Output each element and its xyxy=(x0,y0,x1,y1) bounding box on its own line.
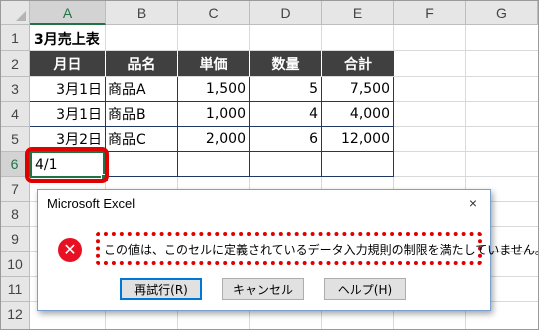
row-header-12[interactable]: 12 xyxy=(1,302,30,329)
dialog-title: Microsoft Excel xyxy=(47,196,136,211)
table-cell[interactable]: 7,500 xyxy=(322,77,394,102)
table-cell[interactable]: 1,000 xyxy=(178,102,250,127)
table-cell[interactable] xyxy=(322,152,394,177)
select-all-triangle-icon xyxy=(16,11,26,21)
table-cell[interactable] xyxy=(178,152,250,177)
row-header-9[interactable]: 9 xyxy=(1,227,30,252)
column-header-a[interactable]: A xyxy=(30,1,106,25)
table-cell[interactable]: 1,500 xyxy=(178,77,250,102)
sheet-title-cell[interactable]: 3月売上表 xyxy=(31,26,231,52)
dialog-message: この値は、このセルに定義されているデータ入力規則の制限を満たしていません。 xyxy=(104,243,539,257)
table-header-date[interactable]: 月日 xyxy=(30,51,106,76)
row-header-1[interactable]: 1 xyxy=(1,25,30,51)
table-header-product[interactable]: 品名 xyxy=(106,51,178,76)
help-button[interactable]: ヘルプ(H) xyxy=(324,278,406,300)
table-cell[interactable]: 商品C xyxy=(106,127,178,152)
excel-window: A B C D E F G 1 2 3 4 5 6 7 8 9 10 11 12… xyxy=(0,0,539,330)
column-header-e[interactable]: E xyxy=(322,1,394,25)
active-cell-highlight xyxy=(25,147,109,183)
table-cell[interactable]: 4 xyxy=(250,102,322,127)
column-header-f[interactable]: F xyxy=(394,1,466,25)
close-icon[interactable]: × xyxy=(460,192,486,214)
table-cell[interactable]: 6 xyxy=(250,127,322,152)
retry-button[interactable]: 再試行(R) xyxy=(120,278,202,300)
row-header-3[interactable]: 3 xyxy=(1,77,30,102)
column-header-d[interactable]: D xyxy=(250,1,322,25)
table-cell[interactable] xyxy=(250,152,322,177)
table-header-price[interactable]: 単価 xyxy=(178,51,250,76)
column-header-g[interactable]: G xyxy=(466,1,538,25)
row-header-8[interactable]: 8 xyxy=(1,202,30,227)
error-icon: ✕ xyxy=(58,238,82,262)
row-header-2[interactable]: 2 xyxy=(1,51,30,77)
error-dialog: Microsoft Excel × ✕ この値は、このセルに定義されているデータ… xyxy=(37,189,538,311)
table-cell[interactable]: 2,000 xyxy=(178,127,250,152)
table-cell[interactable]: 5 xyxy=(250,77,322,102)
table-cell[interactable]: 3月1日 xyxy=(30,77,106,102)
table-cell[interactable]: 商品A xyxy=(106,77,178,102)
row-header-5[interactable]: 5 xyxy=(1,127,30,152)
row-header-4[interactable]: 4 xyxy=(1,102,30,127)
table-cell[interactable]: 12,000 xyxy=(322,127,394,152)
column-header-b[interactable]: B xyxy=(106,1,178,25)
table-cell[interactable] xyxy=(106,152,178,177)
row-header-11[interactable]: 11 xyxy=(1,277,30,302)
table-header-total[interactable]: 合計 xyxy=(322,51,394,76)
table-cell[interactable]: 3月1日 xyxy=(30,102,106,127)
table-header-quantity[interactable]: 数量 xyxy=(250,51,322,76)
row-header-10[interactable]: 10 xyxy=(1,252,30,277)
select-all-button[interactable] xyxy=(1,1,30,25)
table-cell[interactable]: 4,000 xyxy=(322,102,394,127)
column-header-c[interactable]: C xyxy=(178,1,250,25)
cancel-button[interactable]: キャンセル xyxy=(222,278,304,300)
row-header-7[interactable]: 7 xyxy=(1,177,30,202)
table-cell[interactable]: 商品B xyxy=(106,102,178,127)
